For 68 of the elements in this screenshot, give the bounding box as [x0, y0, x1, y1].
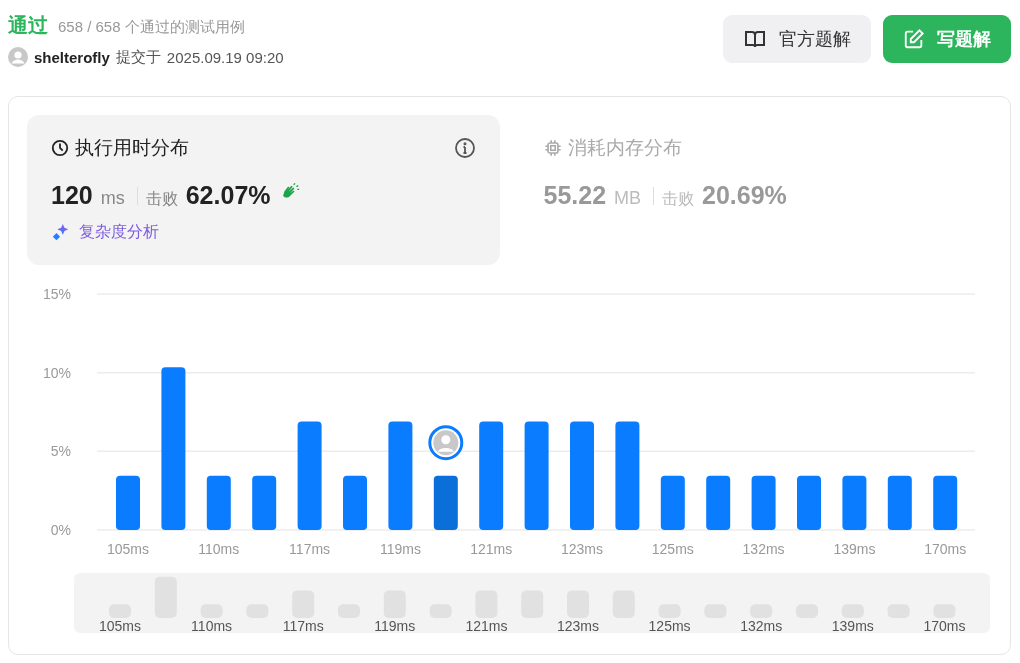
x-axis-label: 170ms: [924, 541, 967, 557]
stat-unit: MB: [614, 188, 642, 209]
panel-title: 执行用时分布: [75, 136, 189, 160]
navigator-label: 125ms: [648, 618, 691, 633]
x-axis-label: 121ms: [470, 541, 513, 557]
chart-bar[interactable]: [797, 475, 821, 530]
chart-bar[interactable]: [751, 475, 776, 530]
submitted-label: 提交于: [115, 47, 161, 67]
navigator-label: 139ms: [831, 618, 874, 633]
stat-value: 55.22: [543, 181, 607, 210]
chart-bar[interactable]: [524, 421, 549, 530]
y-axis-label: 15%: [42, 286, 71, 302]
beats-percent: 62.07%: [185, 181, 271, 210]
status-text: 通过: [8, 13, 48, 38]
navigator-label: 123ms: [557, 618, 599, 633]
x-axis-label: 125ms: [651, 541, 694, 557]
chart-bar[interactable]: [206, 475, 231, 530]
navigator-label: 117ms: [282, 618, 324, 633]
username-link[interactable]: shelterofly: [34, 48, 110, 66]
navigator-label: 110ms: [191, 618, 233, 633]
chart-bar[interactable]: [615, 421, 640, 530]
y-axis-label: 10%: [42, 364, 71, 381]
submitted-time: 2025.09.19 09:20: [166, 48, 284, 66]
edit-icon: [903, 28, 925, 50]
chart-bar[interactable]: [116, 475, 140, 530]
chart-bar[interactable]: [297, 421, 322, 530]
x-axis-label: 123ms: [561, 541, 603, 557]
test-case-count: 658 / 658 个通过的测试用例: [58, 18, 245, 37]
chart-bar[interactable]: [706, 475, 731, 530]
runtime-panel[interactable]: 执行用时分布 120 ms 击败 62.07% 复杂度分析: [27, 115, 500, 265]
sparkle-icon: [51, 222, 71, 243]
avatar-icon: [8, 47, 28, 67]
navigator-label: 121ms: [465, 618, 508, 633]
range-navigator[interactable]: 105ms 110ms 117ms 119ms 121ms 123ms 125ms 132ms 139ms 170ms: [74, 573, 990, 633]
chart-bar[interactable]: [433, 475, 458, 530]
info-icon[interactable]: [453, 137, 476, 159]
navigator-label: 170ms: [923, 618, 966, 633]
x-axis-label: 110ms: [198, 541, 240, 557]
chart-bar[interactable]: [161, 367, 186, 530]
x-axis-label: 117ms: [289, 541, 331, 557]
navigator-label: 132ms: [740, 618, 783, 633]
chart-bar[interactable]: [933, 475, 958, 530]
chart-bar[interactable]: [660, 475, 685, 530]
navigator-label: 119ms: [374, 618, 416, 633]
navigator-label: 105ms: [99, 618, 141, 633]
complexity-analysis-link[interactable]: 复杂度分析: [51, 222, 476, 243]
user-avatar-marker: [428, 425, 464, 461]
official-solution-button[interactable]: 官方题解: [723, 15, 871, 63]
chart-bar[interactable]: [479, 421, 504, 530]
chip-icon: [543, 139, 562, 157]
chart-bar[interactable]: [343, 475, 367, 530]
chart-bar[interactable]: [252, 475, 277, 530]
clock-icon: [51, 139, 69, 157]
x-axis-label: 119ms: [379, 541, 421, 557]
beats-label: 击败: [145, 189, 178, 209]
beats-label: 击败: [662, 189, 695, 209]
stat-value: 120: [51, 181, 93, 210]
panel-title: 消耗内存分布: [567, 136, 682, 160]
chart-bar[interactable]: [842, 475, 867, 530]
chart-bar[interactable]: [887, 475, 912, 530]
x-axis-label: 105ms: [107, 541, 149, 557]
x-axis-label: 139ms: [833, 541, 876, 557]
beats-percent: 20.69%: [702, 181, 787, 210]
stat-unit: ms: [100, 188, 125, 209]
x-axis-label: 132ms: [742, 541, 785, 557]
y-axis-label: 0%: [50, 522, 71, 538]
chart-bar[interactable]: [388, 421, 413, 530]
y-axis-label: 5%: [50, 443, 71, 460]
